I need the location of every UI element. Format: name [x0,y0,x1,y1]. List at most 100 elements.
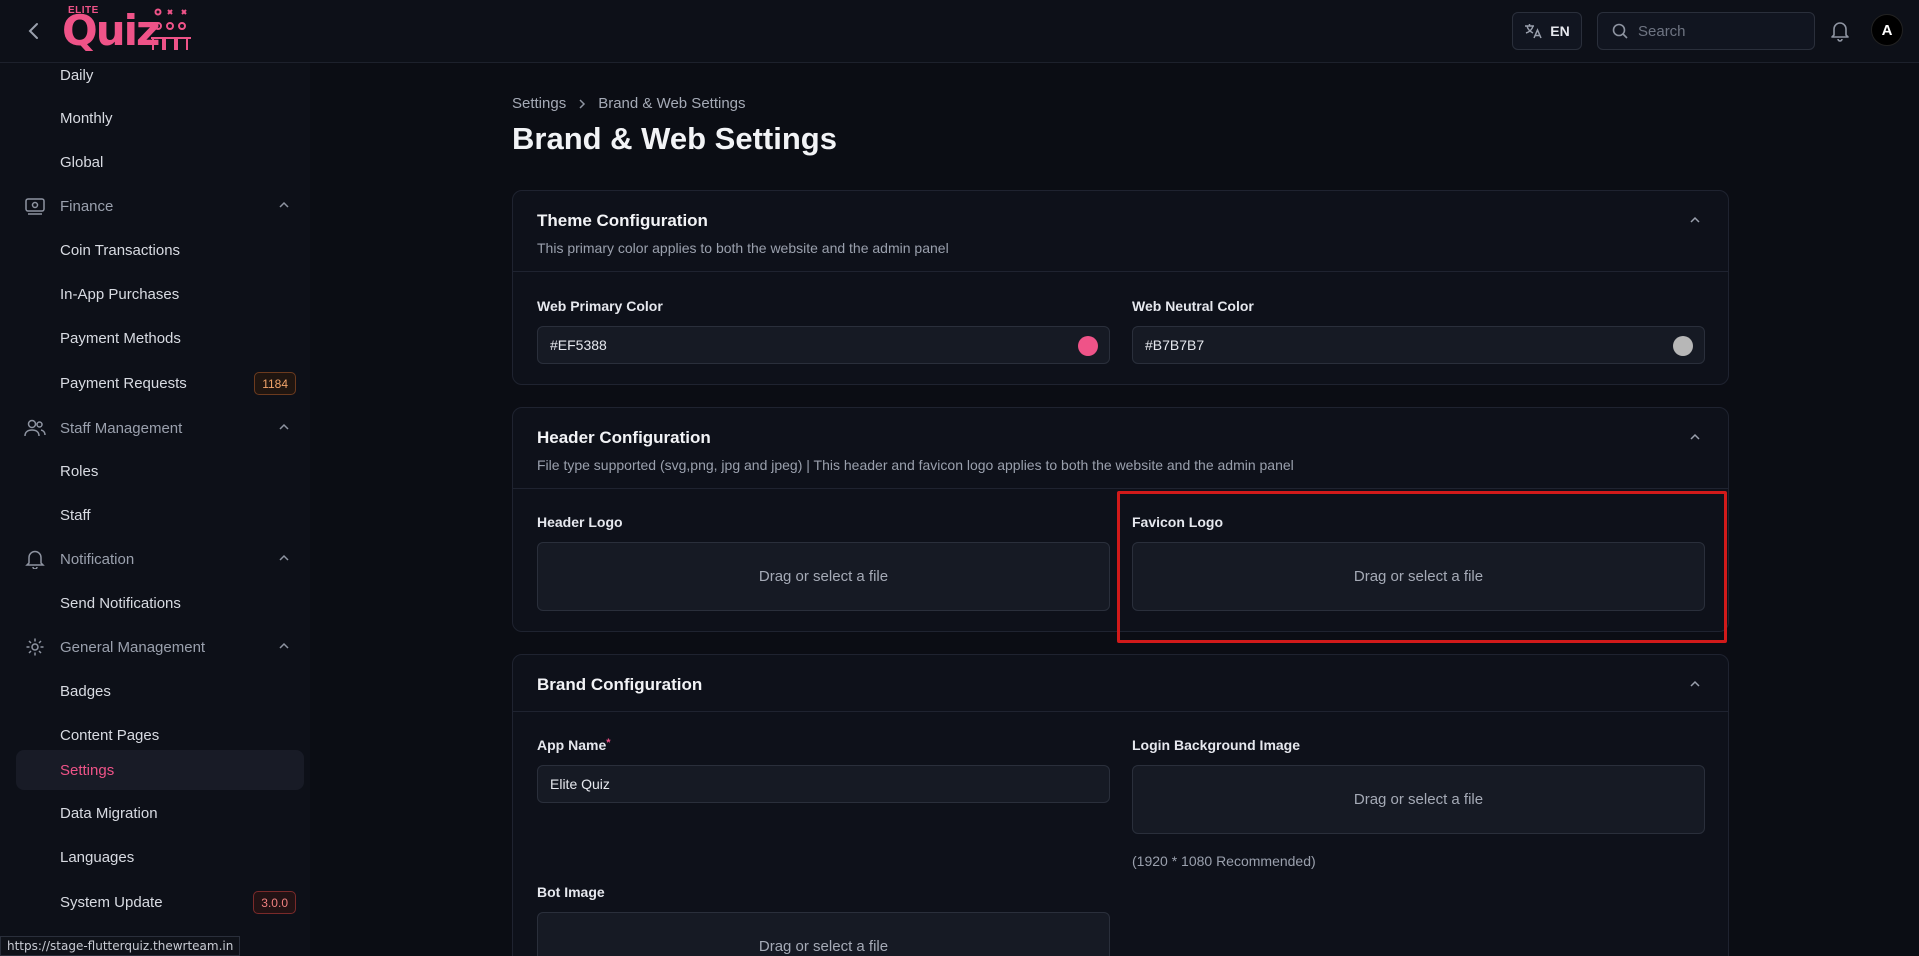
sidebar-item-global[interactable]: Global [16,142,304,182]
sidebar-item-label: Payment Requests [60,374,187,392]
app-name-label: App Name* [537,737,611,753]
version-badge: 3.0.0 [253,891,296,914]
chevron-up-icon [279,554,289,561]
card-description: This primary color applies to both the w… [537,240,949,256]
card-header[interactable]: Theme Configuration This primary color a… [513,191,1728,272]
sidebar-item-payment-requests[interactable]: Payment Requests 1184 [16,363,304,403]
search-icon [1612,23,1628,39]
sidebar-item-monthly[interactable]: Monthly [16,98,304,138]
card-header[interactable]: Header Configuration File type supported… [513,408,1728,489]
chevron-right-icon [579,98,586,109]
sidebar-group-notification[interactable]: Notification [16,539,304,579]
sidebar-item-coin-transactions[interactable]: Coin Transactions [16,230,304,270]
login-background-dropzone[interactable]: Drag or select a file [1132,765,1705,834]
breadcrumb-root[interactable]: Settings [512,95,566,112]
bot-image-label: Bot Image [537,884,605,900]
web-neutral-color-label: Web Neutral Color [1132,298,1254,314]
primary-color-swatch[interactable] [1078,336,1098,356]
logo-main-text: Quiz [62,6,160,55]
bot-image-dropzone[interactable]: Drag or select a file [537,912,1110,956]
sidebar-item-label: Send Notifications [60,594,181,612]
sidebar-item-label: Languages [60,848,135,866]
language-code: EN [1550,23,1570,39]
sidebar-item-label: Staff [60,506,91,524]
sidebar-item-send-notifications[interactable]: Send Notifications [16,583,304,623]
sidebar-item-badges[interactable]: Badges [16,671,304,711]
gear-icon [26,638,44,656]
sidebar-item-label: General Management [60,638,206,656]
favicon-logo-dropzone[interactable]: Drag or select a file [1132,542,1705,611]
card-title: Header Configuration [537,428,711,447]
app-name-label-text: App Name [537,737,607,753]
sidebar-item-system-update[interactable]: System Update 3.0.0 [16,882,304,922]
notification-bell-icon[interactable] [1830,20,1850,47]
sidebar-item-label: Staff Management [60,419,183,437]
sidebar-item-payment-methods[interactable]: Payment Methods [16,318,304,358]
sidebar-item-content-pages[interactable]: Content Pages [16,715,304,755]
bell-icon [25,550,45,569]
sidebar-item-label: Settings [60,761,115,779]
theme-configuration-card: Theme Configuration This primary color a… [512,190,1729,385]
sidebar-item-settings[interactable]: Settings [16,750,304,790]
sidebar-item-label: Finance [60,197,114,215]
translate-icon [1525,24,1542,39]
page-title: Brand & Web Settings [512,121,837,156]
favicon-logo-label: Favicon Logo [1132,514,1223,530]
chevron-up-icon [279,642,289,649]
breadcrumb-current: Brand & Web Settings [598,95,746,112]
header-configuration-card: Header Configuration File type supported… [512,407,1729,632]
web-primary-color-input[interactable]: #EF5388 [537,326,1110,364]
breadcrumb: Settings Brand & Web Settings [512,95,746,112]
sidebar-item-staff[interactable]: Staff [16,495,304,535]
required-marker: * [606,737,611,749]
sidebar-item-label: In-App Purchases [60,285,180,303]
sidebar-item-label: Daily [60,66,94,84]
card-header[interactable]: Brand Configuration [513,655,1728,712]
sidebar-item-label: Coin Transactions [60,241,181,259]
web-primary-color-label: Web Primary Color [537,298,663,314]
web-neutral-color-input[interactable]: #B7B7B7 [1132,326,1705,364]
sidebar-item-languages[interactable]: Languages [16,837,304,877]
main-content: Settings Brand & Web Settings Brand & We… [310,63,1919,956]
sidebar-item-label: Data Migration [60,804,158,822]
search-input[interactable] [1638,22,1798,40]
finance-icon [25,198,45,215]
neutral-color-value: #B7B7B7 [1145,337,1205,353]
search-box[interactable] [1597,12,1815,50]
back-arrow-icon[interactable] [22,19,46,43]
user-avatar[interactable]: A [1871,14,1903,46]
sidebar-item-in-app-purchases[interactable]: In-App Purchases [16,274,304,314]
status-url-tooltip: https://stage-flutterquiz.thewrteam.in [0,936,241,956]
sidebar-item-data-migration[interactable]: Data Migration [16,793,304,833]
chevron-up-icon[interactable] [1688,213,1702,227]
sidebar-group-staff-management[interactable]: Staff Management [16,408,304,448]
users-icon [24,419,46,437]
sidebar-item-label: Global [60,153,104,171]
sidebar-item-roles[interactable]: Roles [16,451,304,491]
card-title: Brand Configuration [537,675,703,694]
app-name-value: Elite Quiz [550,776,610,792]
header-logo-dropzone[interactable]: Drag or select a file [537,542,1110,611]
sidebar: Daily Monthly Global Finance Coin Transa… [0,63,310,956]
primary-color-value: #EF5388 [550,337,607,353]
sidebar-item-label: Monthly [60,109,113,127]
chevron-up-icon[interactable] [1688,430,1702,444]
app-name-input[interactable]: Elite Quiz [537,765,1110,803]
sidebar-item-label: System Update [60,893,163,911]
language-button[interactable]: EN [1512,12,1582,50]
sidebar-item-label: Notification [60,550,135,568]
sidebar-group-finance[interactable]: Finance [16,186,304,226]
app-logo[interactable]: ELITE Quiz [62,4,192,56]
card-title: Theme Configuration [537,211,708,230]
card-description: File type supported (svg,png, jpg and jp… [537,457,1294,473]
sidebar-item-label: Payment Methods [60,329,181,347]
brand-configuration-card: Brand Configuration App Name* Elite Quiz… [512,654,1729,956]
neutral-color-swatch[interactable] [1673,336,1693,356]
count-badge: 1184 [254,372,296,395]
chevron-up-icon[interactable] [1688,677,1702,691]
header-logo-label: Header Logo [537,514,623,530]
sidebar-item-label: Badges [60,682,111,700]
sidebar-group-general-management[interactable]: General Management [16,627,304,667]
chevron-up-icon [279,201,289,208]
sidebar-item-daily[interactable]: Daily [16,63,304,95]
